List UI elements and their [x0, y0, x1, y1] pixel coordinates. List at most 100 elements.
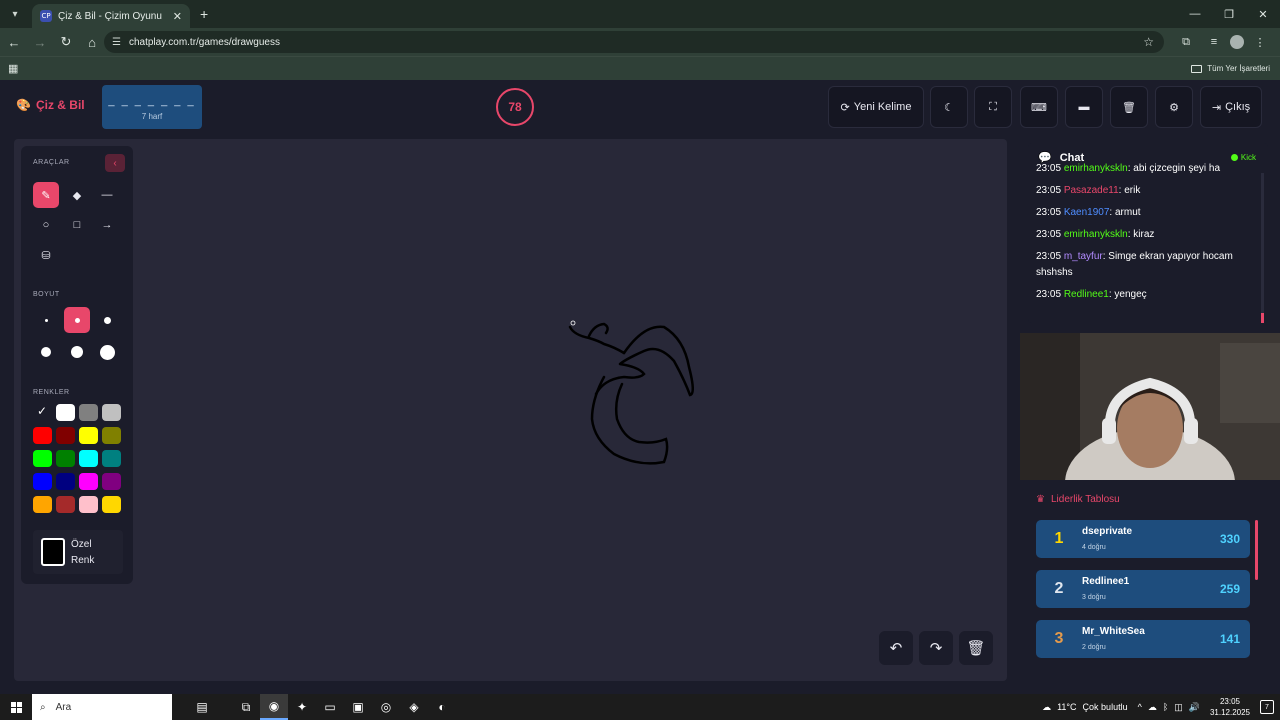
- color-swatch[interactable]: [56, 473, 75, 490]
- rectangle-tool[interactable]: □: [64, 212, 90, 238]
- color-swatch[interactable]: [79, 404, 98, 421]
- color-swatch[interactable]: [102, 427, 121, 444]
- message-user[interactable]: Pasazade11: [1064, 185, 1119, 196]
- bluetooth-icon[interactable]: ᛒ: [1163, 702, 1168, 713]
- keyboard-button[interactable]: ⌨: [1020, 86, 1058, 128]
- settings-button[interactable]: ⚙: [1155, 86, 1193, 128]
- line-tool[interactable]: —: [94, 182, 120, 208]
- clear-canvas-button[interactable]: 🗑: [959, 631, 993, 665]
- profile-avatar[interactable]: [1230, 35, 1244, 49]
- color-swatch[interactable]: [102, 450, 121, 467]
- bookmark-star-icon[interactable]: ☆: [1143, 35, 1154, 49]
- fullscreen-button[interactable]: ⛶: [974, 86, 1012, 128]
- steam-app[interactable]: ◎: [372, 694, 400, 720]
- chat-scrollbar[interactable]: [1261, 173, 1264, 323]
- obs-app[interactable]: ◐: [428, 694, 456, 720]
- weather-widget[interactable]: ☁ 11°C Çok bulutlu: [1042, 702, 1127, 713]
- site-info-icon[interactable]: ☰: [112, 37, 121, 48]
- size-6-button[interactable]: [94, 339, 120, 365]
- circle-tool[interactable]: ○: [33, 212, 59, 238]
- chat-message: 23:05 Pasazade11: erik: [1036, 183, 1258, 199]
- message-user[interactable]: emirhanykskln: [1064, 229, 1128, 240]
- color-swatch[interactable]: [102, 473, 121, 490]
- all-bookmarks[interactable]: Tüm Yer İşaretleri: [1191, 64, 1270, 73]
- cloud-sync-icon[interactable]: ☁: [1148, 702, 1157, 713]
- eraser-tool[interactable]: ◆: [64, 182, 90, 208]
- archive-button[interactable]: ▬: [1065, 86, 1103, 128]
- color-swatch[interactable]: ✓: [33, 404, 52, 421]
- collapse-panel-button[interactable]: ‹: [105, 154, 125, 172]
- new-tab-button[interactable]: +: [200, 6, 208, 22]
- color-swatch[interactable]: [33, 496, 52, 513]
- restore-button[interactable]: ❐: [1212, 0, 1246, 28]
- minimize-button[interactable]: —: [1178, 0, 1212, 28]
- start-button[interactable]: [0, 694, 32, 720]
- leaderboard-scrollbar[interactable]: [1255, 520, 1258, 580]
- exit-button[interactable]: ⇥ Çıkış: [1200, 86, 1262, 128]
- undo-button[interactable]: ↶: [879, 631, 913, 665]
- tools-label: ARAÇLAR: [33, 159, 70, 166]
- size-2-button[interactable]: [64, 307, 90, 333]
- drawing-canvas[interactable]: [14, 139, 1007, 681]
- color-swatch[interactable]: [102, 404, 121, 421]
- chevron-up-icon[interactable]: ^: [1138, 702, 1142, 713]
- arrow-tool[interactable]: →: [94, 212, 120, 238]
- size-5-button[interactable]: [64, 339, 90, 365]
- brush-tool[interactable]: ✎: [33, 182, 59, 208]
- message-user[interactable]: Kaen1907: [1064, 207, 1110, 218]
- color-swatch[interactable]: [33, 450, 52, 467]
- widgets-button[interactable]: ▤: [172, 694, 232, 720]
- back-button[interactable]: ←: [2, 30, 26, 54]
- size-4-button[interactable]: [33, 339, 59, 365]
- forward-button[interactable]: →: [28, 30, 52, 54]
- rank-number: 1: [1054, 530, 1064, 547]
- clear-button[interactable]: 🗑: [1110, 86, 1148, 128]
- color-swatch[interactable]: [33, 427, 52, 444]
- store-app[interactable]: ▣: [344, 694, 372, 720]
- explorer-app[interactable]: ▭: [316, 694, 344, 720]
- color-swatch[interactable]: [56, 450, 75, 467]
- size-1-button[interactable]: [33, 307, 59, 333]
- volume-icon[interactable]: 🔊: [1189, 702, 1200, 713]
- clock-date: 31.12.2025: [1209, 708, 1250, 717]
- chat-scroll-thumb[interactable]: [1261, 313, 1264, 323]
- message-user[interactable]: emirhanykskln: [1064, 163, 1128, 174]
- game-app[interactable]: ◈: [400, 694, 428, 720]
- taskbar-search[interactable]: ⌕ Ara: [32, 694, 172, 720]
- store-icon: ▣: [352, 700, 364, 714]
- color-swatch[interactable]: [79, 496, 98, 513]
- media-icon[interactable]: ≡: [1202, 30, 1226, 54]
- new-word-button[interactable]: ⟳ Yeni Kelime: [828, 86, 924, 128]
- message-user[interactable]: m_tayfur: [1064, 251, 1103, 262]
- close-window-button[interactable]: ✕: [1246, 0, 1280, 28]
- dark-mode-button[interactable]: ☾: [930, 86, 968, 128]
- extensions-icon[interactable]: ⧉: [1174, 30, 1198, 54]
- color-swatch[interactable]: [102, 496, 121, 513]
- task-view-button[interactable]: ⧉: [232, 694, 260, 720]
- close-tab-icon[interactable]: ✕: [173, 10, 182, 23]
- message-user[interactable]: Redlinee1: [1064, 289, 1109, 300]
- apps-grid-icon[interactable]: ▦: [8, 62, 18, 75]
- color-swatch[interactable]: [79, 450, 98, 467]
- network-icon[interactable]: ◫: [1174, 702, 1183, 713]
- chrome-app[interactable]: ◉: [260, 694, 288, 720]
- clock[interactable]: 23:05 31.12.2025: [1210, 696, 1250, 718]
- redo-button[interactable]: ↷: [919, 631, 953, 665]
- color-swatch[interactable]: [79, 427, 98, 444]
- home-button[interactable]: ⌂: [80, 30, 104, 54]
- color-swatch[interactable]: [79, 473, 98, 490]
- notification-badge[interactable]: 7: [1260, 700, 1274, 714]
- fill-tool[interactable]: ⛁: [33, 242, 59, 268]
- menu-icon[interactable]: ⋮: [1248, 30, 1272, 54]
- custom-color-button[interactable]: Özel Renk: [33, 530, 123, 574]
- reload-button[interactable]: ↻: [54, 30, 78, 54]
- color-swatch[interactable]: [56, 496, 75, 513]
- color-swatch[interactable]: [56, 427, 75, 444]
- tab-search-button[interactable]: ▾: [4, 3, 26, 25]
- url-input[interactable]: ☰ chatplay.com.tr/games/drawguess ☆: [104, 31, 1164, 53]
- color-swatch[interactable]: [56, 404, 75, 421]
- copilot-app[interactable]: ✦: [288, 694, 316, 720]
- browser-tab[interactable]: CP Çiz & Bil - Çizim Oyunu ✕: [32, 4, 190, 28]
- color-swatch[interactable]: [33, 473, 52, 490]
- size-3-button[interactable]: [94, 307, 120, 333]
